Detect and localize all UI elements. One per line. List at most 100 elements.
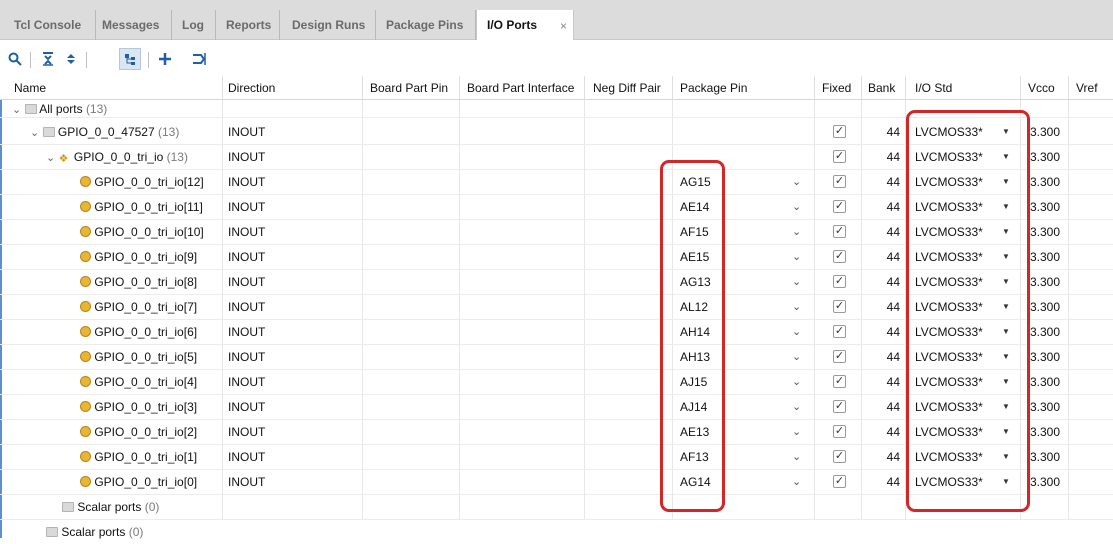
col-neg-diff-pair[interactable]: Neg Diff Pair xyxy=(593,76,661,100)
tab-label: Package Pins xyxy=(386,18,464,32)
fixed-checkbox[interactable]: ✓ xyxy=(833,200,846,213)
vcco-value: 3.300 xyxy=(1030,250,1061,264)
chevron-down-icon[interactable]: ⌄ xyxy=(46,152,55,164)
expand-all-icon[interactable] xyxy=(60,48,82,70)
bank-value: 44 xyxy=(886,125,900,139)
fixed-checkbox[interactable]: ✓ xyxy=(833,325,846,338)
port-name-cell: GPIO_0_0_tri_io[9] xyxy=(80,245,197,269)
fixed-checkbox[interactable]: ✓ xyxy=(833,250,846,263)
tab-label: Design Runs xyxy=(292,18,366,32)
chevron-down-icon[interactable]: ⌄ xyxy=(30,127,39,139)
tab-label: Messages xyxy=(102,18,160,32)
chevron-down-icon[interactable]: ⌄ xyxy=(792,245,801,269)
direction-value: INOUT xyxy=(228,225,266,239)
chevron-down-icon[interactable]: ⌄ xyxy=(792,195,801,219)
fixed-checkbox[interactable]: ✓ xyxy=(833,350,846,363)
fixed-checkbox[interactable]: ✓ xyxy=(833,300,846,313)
all-ports-label: All ports xyxy=(39,102,83,116)
folder-icon xyxy=(62,502,74,512)
col-fixed[interactable]: Fixed xyxy=(822,76,851,100)
chevron-down-icon[interactable]: ⌄ xyxy=(792,320,801,344)
vcco-value: 3.300 xyxy=(1030,150,1061,164)
fixed-checkbox[interactable]: ✓ xyxy=(833,225,846,238)
direction-value: INOUT xyxy=(228,325,266,339)
close-icon[interactable]: × xyxy=(560,19,567,33)
col-board-part-pin[interactable]: Board Part Pin xyxy=(370,76,448,100)
scalar-inner-label: Scalar ports xyxy=(77,500,142,514)
chevron-down-icon[interactable]: ⌄ xyxy=(12,104,21,116)
vcco-value: 3.300 xyxy=(1030,125,1061,139)
port-name: GPIO_0_0_tri_io[9] xyxy=(94,250,198,264)
vcco-value: 3.300 xyxy=(1030,400,1061,414)
tab-log[interactable]: Log xyxy=(172,10,216,40)
port-name: GPIO_0_0_tri_io[6] xyxy=(94,325,198,339)
col-vcco[interactable]: Vcco xyxy=(1028,76,1055,100)
folder-icon xyxy=(42,127,55,137)
direction-value: INOUT xyxy=(228,175,266,189)
tab-design-runs[interactable]: Design Runs xyxy=(280,10,376,40)
port-name-cell: GPIO_0_0_tri_io[3] xyxy=(80,395,197,419)
tree-row-scalar-ports-outer[interactable]: Scalar ports (0) xyxy=(0,520,1113,539)
port-name-cell: GPIO_0_0_tri_io[6] xyxy=(80,320,197,344)
col-package-pin[interactable]: Package Pin xyxy=(680,76,747,100)
vcco-value: 3.300 xyxy=(1030,350,1061,364)
fixed-checkbox[interactable]: ✓ xyxy=(833,125,846,138)
bank-value: 44 xyxy=(886,375,900,389)
fixed-checkbox[interactable]: ✓ xyxy=(833,450,846,463)
col-direction[interactable]: Direction xyxy=(228,76,275,100)
table-header: Name Direction Board Part Pin Board Part… xyxy=(0,76,1113,100)
tab-reports[interactable]: Reports xyxy=(216,10,280,40)
tri-io-cell: ⌄ ❖ GPIO_0_0_tri_io (13) xyxy=(46,145,188,169)
port-icon xyxy=(80,351,91,362)
col-bank[interactable]: Bank xyxy=(868,76,895,100)
port-name: GPIO_0_0_tri_io[10] xyxy=(94,225,204,239)
bank-value: 44 xyxy=(886,475,900,489)
fixed-checkbox[interactable]: ✓ xyxy=(833,275,846,288)
collapse-all-icon[interactable] xyxy=(37,48,59,70)
col-io-std[interactable]: I/O Std xyxy=(915,76,952,100)
chevron-down-icon[interactable]: ⌄ xyxy=(792,295,801,319)
fixed-checkbox[interactable]: ✓ xyxy=(833,175,846,188)
chevron-down-icon[interactable]: ⌄ xyxy=(792,220,801,244)
group-by-interface-icon[interactable] xyxy=(119,48,141,70)
tab-io-ports[interactable]: I/O Ports × xyxy=(476,10,574,40)
chevron-down-icon[interactable]: ⌄ xyxy=(792,445,801,469)
scalar-outer-count: (0) xyxy=(128,525,144,539)
direction-value: INOUT xyxy=(228,250,266,264)
add-icon[interactable] xyxy=(154,48,176,70)
tri-io-label: GPIO_0_0_tri_io xyxy=(73,150,164,164)
port-name: GPIO_0_0_tri_io[8] xyxy=(94,275,198,289)
port-icon xyxy=(80,476,91,487)
search-icon[interactable] xyxy=(4,48,26,70)
fixed-checkbox[interactable]: ✓ xyxy=(833,150,846,163)
port-icon xyxy=(80,326,91,337)
port-name-cell: GPIO_0_0_tri_io[4] xyxy=(80,370,197,394)
auto-assign-icon[interactable] xyxy=(188,48,210,70)
fixed-checkbox[interactable]: ✓ xyxy=(833,475,846,488)
fixed-checkbox[interactable]: ✓ xyxy=(833,425,846,438)
scalar-outer-cell: Scalar ports (0) xyxy=(46,520,143,544)
package-pin-highlight xyxy=(660,160,725,512)
chevron-down-icon[interactable]: ⌄ xyxy=(792,420,801,444)
col-vref[interactable]: Vref xyxy=(1076,76,1098,100)
chevron-down-icon[interactable]: ⌄ xyxy=(792,270,801,294)
chevron-down-icon[interactable]: ⌄ xyxy=(792,345,801,369)
port-name-cell: GPIO_0_0_tri_io[1] xyxy=(80,445,197,469)
port-name-cell: GPIO_0_0_tri_io[7] xyxy=(80,295,197,319)
chevron-down-icon[interactable]: ⌄ xyxy=(792,170,801,194)
col-board-part-interface[interactable]: Board Part Interface xyxy=(467,76,574,100)
folder-icon xyxy=(46,527,58,537)
port-name-cell: GPIO_0_0_tri_io[12] xyxy=(80,170,204,194)
chevron-down-icon[interactable]: ⌄ xyxy=(792,470,801,494)
vcco-value: 3.300 xyxy=(1030,475,1061,489)
fixed-checkbox[interactable]: ✓ xyxy=(833,375,846,388)
direction-value: INOUT xyxy=(228,275,266,289)
tab-tcl-console[interactable]: Tcl Console xyxy=(0,10,96,40)
direction-value: INOUT xyxy=(228,200,266,214)
chevron-down-icon[interactable]: ⌄ xyxy=(792,395,801,419)
tab-messages[interactable]: Messages xyxy=(96,10,172,40)
tab-package-pins[interactable]: Package Pins xyxy=(376,10,476,40)
fixed-checkbox[interactable]: ✓ xyxy=(833,400,846,413)
chevron-down-icon[interactable]: ⌄ xyxy=(792,370,801,394)
bank-value: 44 xyxy=(886,450,900,464)
